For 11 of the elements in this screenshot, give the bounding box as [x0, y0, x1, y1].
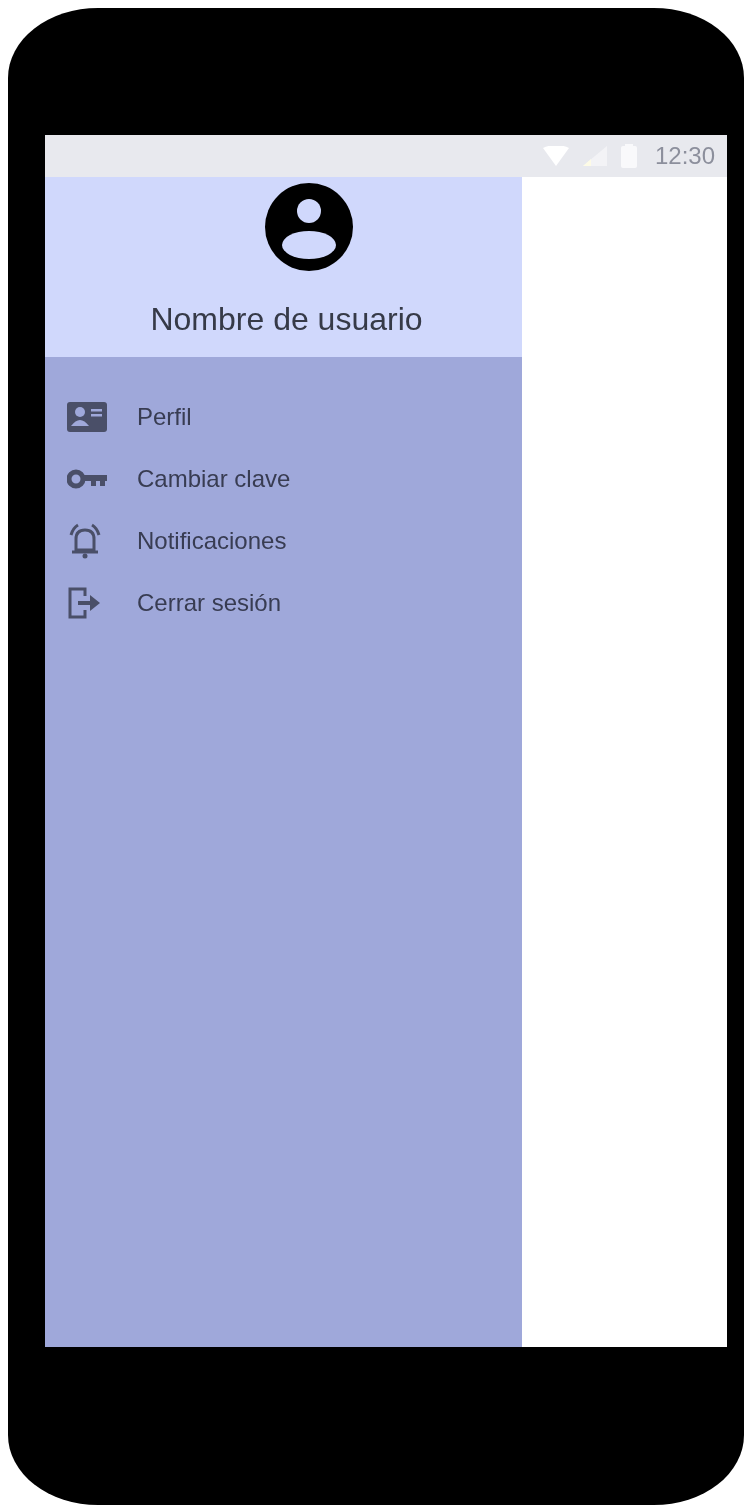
menu-item[interactable]: Cambiar clave: [45, 448, 522, 510]
logout-icon: [67, 586, 101, 620]
id-card-icon: [67, 402, 107, 432]
bell-icon: [67, 523, 103, 559]
menu-item[interactable]: Cerrar sesión: [45, 572, 522, 634]
menu-item[interactable]: Perfil: [45, 386, 522, 448]
menu-item[interactable]: Notificaciones: [45, 510, 522, 572]
status-time: 12:30: [654, 142, 715, 170]
user-name: Nombre de usuario: [150, 301, 423, 338]
key-icon: [67, 469, 107, 489]
avatar-icon: [264, 183, 353, 271]
